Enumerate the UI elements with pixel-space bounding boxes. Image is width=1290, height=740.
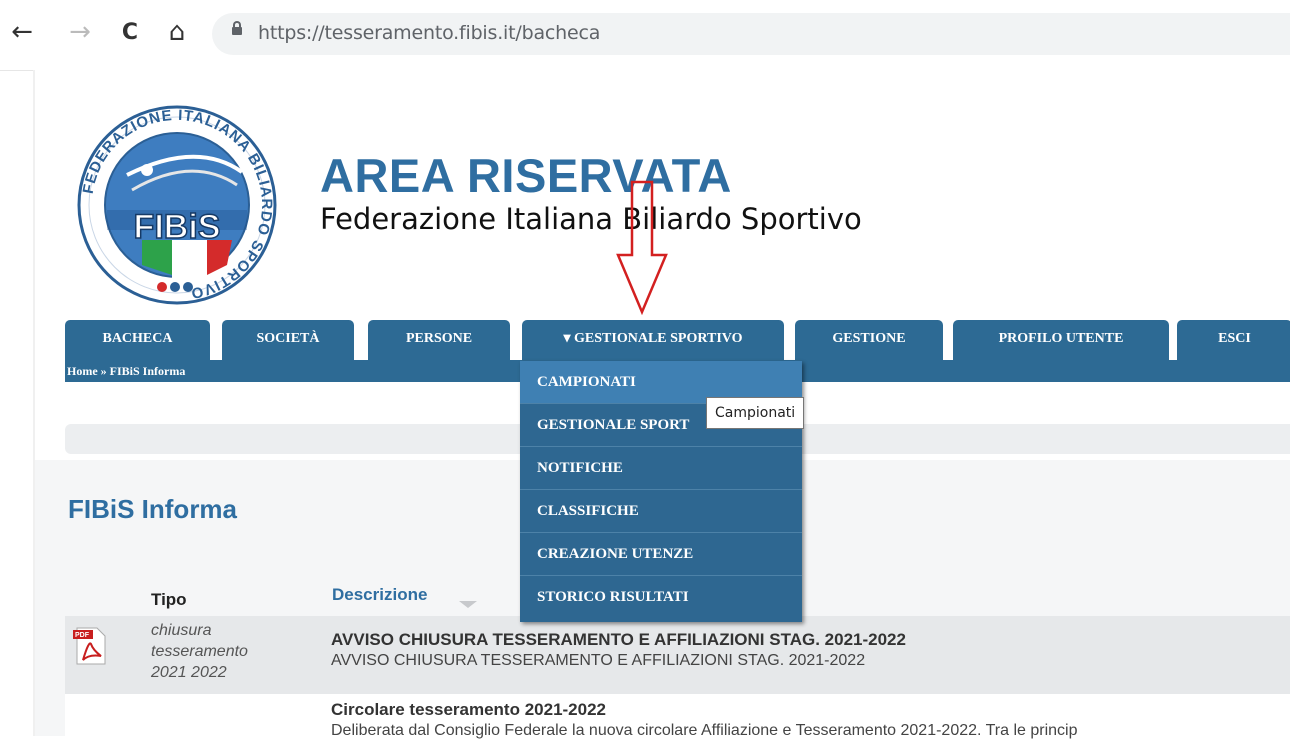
svg-text:PDF: PDF (75, 632, 90, 639)
page-subtitle: Federazione Italiana Biliardo Sportivo (320, 202, 862, 236)
tab-profilo-utente[interactable]: PROFILO UTENTE (953, 320, 1169, 362)
reload-icon[interactable]: C (116, 18, 144, 46)
table-row[interactable]: Circolare tesseramento 2021-2022 Deliber… (65, 694, 1290, 739)
fibis-logo[interactable]: FIBiS FEDERAZIONE ITALIANA BILIARDO SPOR… (77, 100, 297, 310)
menu-item-notifiche[interactable]: NOTIFICHE (520, 447, 802, 490)
tooltip: Campionati (706, 397, 805, 429)
tab-esci[interactable]: ESCI (1177, 320, 1290, 362)
pdf-icon[interactable]: PDF (71, 626, 107, 666)
sort-arrow-icon[interactable] (459, 601, 477, 608)
row-description: Deliberata dal Consiglio Federale la nuo… (331, 722, 1078, 739)
table-row[interactable]: PDF chiusura tesseramento 2021 2022 AVVI… (65, 616, 1290, 694)
breadcrumb[interactable]: Home » FIBiS Informa (67, 364, 185, 379)
browser-toolbar: ← → C ⌂ https://tesseramento.fibis.it/ba… (0, 0, 1290, 71)
logo-text: FIBiS (134, 208, 221, 246)
tab-societa[interactable]: SOCIETÀ (222, 320, 354, 362)
lock-icon (232, 21, 242, 35)
row-title[interactable]: Circolare tesseramento 2021-2022 (331, 700, 606, 720)
home-icon[interactable]: ⌂ (163, 17, 191, 47)
menu-item-creazione-utenze[interactable]: CREAZIONE UTENZE (520, 533, 802, 576)
column-header-descrizione[interactable]: Descrizione (332, 585, 427, 605)
menu-item-storico-risultati[interactable]: STORICO RISULTATI (520, 576, 802, 619)
tab-persone[interactable]: PERSONE (368, 320, 510, 362)
menu-item-classifiche[interactable]: CLASSIFICHE (520, 490, 802, 533)
tab-bacheca[interactable]: BACHECA (65, 320, 210, 362)
tipo-cell: chiusura tesseramento 2021 2022 (151, 622, 248, 681)
tab-gestione[interactable]: GESTIONE (795, 320, 943, 362)
row-title[interactable]: AVVISO CHIUSURA TESSERAMENTO E AFFILIAZI… (331, 630, 906, 650)
section-title: FIBiS Informa (68, 494, 238, 524)
url-text[interactable]: https://tesseramento.fibis.it/bacheca (258, 22, 600, 44)
page-title: AREA RISERVATA (320, 149, 732, 202)
row-description: AVVISO CHIUSURA TESSERAMENTO E AFFILIAZI… (331, 652, 866, 669)
forward-arrow-icon[interactable]: → (66, 17, 94, 47)
column-header-tipo[interactable]: Tipo (151, 590, 187, 610)
back-arrow-icon[interactable]: ← (8, 17, 36, 47)
red-annotation-arrow-icon (616, 180, 668, 315)
address-bar[interactable]: https://tesseramento.fibis.it/bacheca (212, 13, 1290, 55)
tab-gestionale-sportivo[interactable]: ▾ GESTIONALE SPORTIVO (522, 320, 784, 362)
